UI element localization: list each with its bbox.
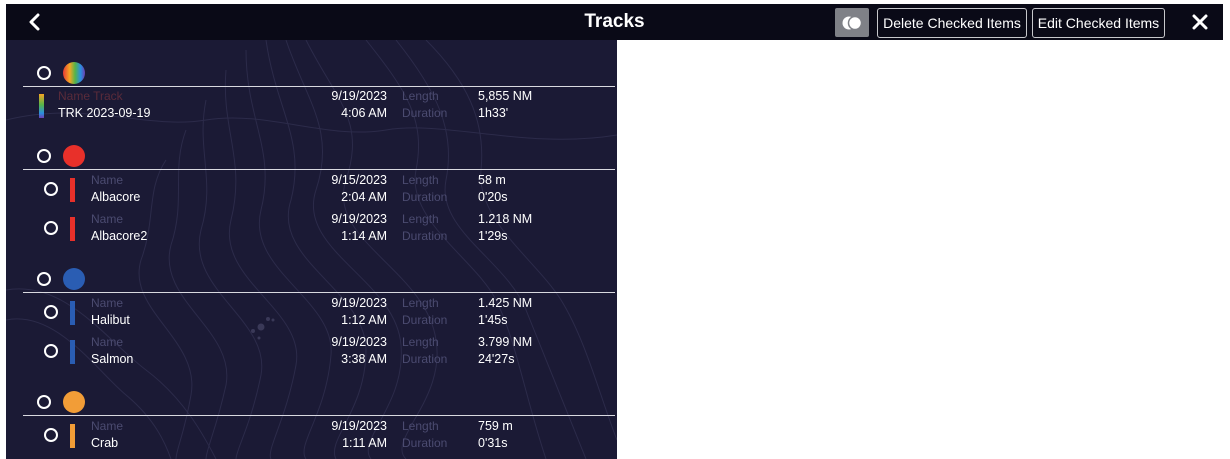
track-color-bar (70, 424, 75, 448)
track-color-bar (70, 178, 75, 202)
track-duration: 0'31s (478, 436, 508, 450)
track-select-radio[interactable] (44, 221, 58, 235)
name-label: Name (91, 296, 124, 310)
duration-label: Duration (402, 106, 448, 120)
track-length: 58 m (478, 173, 506, 187)
track-date: 9/19/2023 (331, 212, 387, 226)
track-duration: 1'45s (478, 313, 508, 327)
duration-label: Duration (402, 436, 448, 450)
length-label: Length (402, 173, 439, 187)
tracks-list-panel[interactable]: Name Track TRK 2023-09-19 9/19/2023 4:06… (6, 40, 617, 459)
toggle-overlay-button[interactable] (835, 8, 869, 37)
track-time: 1:14 AM (341, 229, 387, 243)
track-row[interactable]: Name Salmon 9/19/2023 3:38 AM Length Dur… (6, 332, 617, 370)
track-time: 3:38 AM (341, 352, 387, 366)
name-label: Name (91, 173, 124, 187)
group-header-multicolor (6, 59, 617, 89)
overlap-circles-icon (842, 15, 863, 30)
track-row[interactable]: Name Track TRK 2023-09-19 9/19/2023 4:06… (6, 86, 617, 124)
close-icon (1192, 14, 1208, 30)
track-color-bar (70, 340, 75, 364)
color-swatch-red (63, 145, 85, 167)
track-date: 9/19/2023 (331, 419, 387, 433)
track-row[interactable]: Name Halibut 9/19/2023 1:12 AM Length Du… (6, 293, 617, 331)
track-select-radio[interactable] (44, 182, 58, 196)
track-name: TRK 2023-09-19 (58, 106, 151, 120)
chevron-left-icon (29, 13, 40, 31)
track-select-radio[interactable] (44, 344, 58, 358)
track-color-bar (70, 217, 75, 241)
track-time: 2:04 AM (341, 190, 387, 204)
track-time: 4:06 AM (341, 106, 387, 120)
track-length: 5,855 NM (478, 89, 533, 103)
length-label: Length (402, 212, 439, 226)
track-color-bar (70, 301, 75, 325)
delete-checked-items-button[interactable]: Delete Checked Items (877, 8, 1027, 38)
color-swatch-orange (63, 391, 85, 413)
track-color-bar (39, 94, 44, 118)
duration-label: Duration (402, 190, 448, 204)
track-row[interactable]: Name Crab 9/19/2023 1:11 AM Length Durat… (6, 416, 617, 454)
color-swatch-multicolor (63, 62, 85, 84)
name-label: Name (91, 212, 124, 226)
track-duration: 24'27s (478, 352, 515, 366)
track-length: 1.425 NM (478, 296, 533, 310)
color-swatch-blue (63, 268, 85, 290)
track-row[interactable]: Name Albacore 9/15/2023 2:04 AM Length D… (6, 170, 617, 208)
track-date: 9/15/2023 (331, 173, 387, 187)
back-button[interactable] (6, 4, 64, 40)
track-duration: 1h33' (478, 106, 509, 120)
track-select-radio[interactable] (44, 428, 58, 442)
track-date: 9/19/2023 (331, 296, 387, 310)
top-bar: Tracks Delete Checked Items Edit Checked… (6, 4, 1223, 40)
track-row[interactable]: Name Albacore2 9/19/2023 1:14 AM Length … (6, 209, 617, 247)
track-name: Salmon (91, 352, 134, 366)
track-time: 1:12 AM (341, 313, 387, 327)
group-select-radio[interactable] (37, 395, 51, 409)
length-label: Length (402, 296, 439, 310)
duration-label: Duration (402, 313, 448, 327)
track-length: 759 m (478, 419, 513, 433)
track-name: Albacore2 (91, 229, 148, 243)
track-name: Crab (91, 436, 119, 450)
edit-checked-items-button[interactable]: Edit Checked Items (1032, 8, 1165, 38)
name-label: Name (91, 419, 124, 433)
length-label: Length (402, 89, 439, 103)
length-label: Length (402, 419, 439, 433)
track-name: Albacore (91, 190, 141, 204)
track-length: 3.799 NM (478, 335, 533, 349)
duration-label: Duration (402, 352, 448, 366)
track-time: 1:11 AM (342, 436, 387, 450)
group-header-orange (6, 387, 617, 417)
track-duration: 0'20s (478, 190, 508, 204)
group-header-red (6, 141, 617, 171)
group-header-blue (6, 264, 617, 294)
track-date: 9/19/2023 (331, 335, 387, 349)
group-select-radio[interactable] (37, 149, 51, 163)
name-label: Name (91, 335, 124, 349)
duration-label: Duration (402, 229, 448, 243)
track-length: 1.218 NM (478, 212, 533, 226)
close-button[interactable] (1180, 4, 1220, 40)
track-duration: 1'29s (478, 229, 508, 243)
length-label: Length (402, 335, 439, 349)
track-select-radio[interactable] (44, 305, 58, 319)
track-name: Halibut (91, 313, 130, 327)
track-date: 9/19/2023 (331, 89, 387, 103)
group-select-radio[interactable] (37, 272, 51, 286)
name-label: Name Track (58, 89, 123, 103)
group-select-radio[interactable] (37, 66, 51, 80)
